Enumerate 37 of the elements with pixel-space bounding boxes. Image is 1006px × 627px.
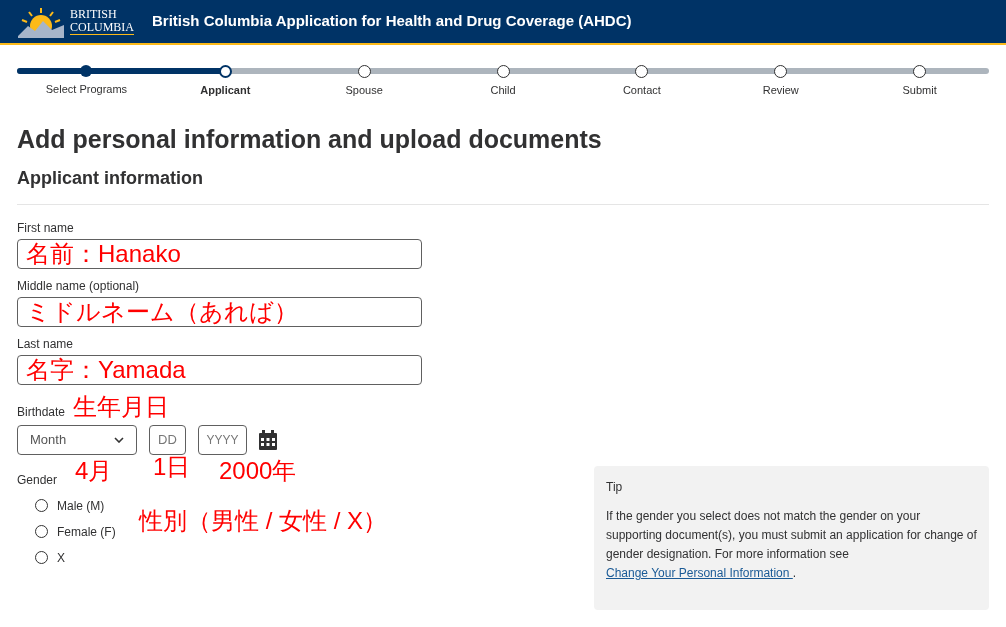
field-label: Last name (17, 335, 75, 353)
tip-text: If the gender you select does not match the gender on your supporting document(s), you must submit an application for change of gender designation. For more information see Change Your Personal Information . (606, 508, 977, 582)
annotation-text: 2000年 (219, 456, 297, 485)
step-label[interactable]: Select Programs (45, 81, 128, 98)
year-field[interactable]: YYYY (198, 424, 247, 455)
step-label[interactable]: Child (490, 82, 516, 99)
section-title: Applicant information (17, 166, 204, 190)
field-label: First name (17, 219, 75, 237)
annotation-text: 4月 (75, 456, 114, 485)
step-label[interactable]: Submit (902, 82, 937, 99)
chevron-down-icon (114, 436, 124, 443)
day-field[interactable]: DD (149, 424, 186, 455)
field-label: Middle name (optional) (17, 277, 141, 295)
info-link[interactable]: Change Your Personal Information (606, 566, 793, 580)
calendar-icon[interactable] (259, 429, 277, 450)
text-field[interactable]: ミドルネーム（あれば） (17, 296, 422, 327)
step-label[interactable]: Review (762, 82, 799, 99)
app-title: British Columbia Application for Health and Drug Coverage (AHDC) (152, 11, 632, 32)
step-label[interactable]: Applicant (200, 82, 251, 99)
step-label[interactable]: Spouse (345, 82, 383, 99)
birthdate-label: Birthdate (17, 403, 66, 421)
radio-label: X (57, 549, 65, 567)
tip-title: Tip (606, 479, 624, 496)
radio-label: Male (M) (57, 497, 105, 515)
text-field[interactable]: 名字：Yamada (17, 354, 422, 385)
annotation-text: 性別（男性 / 女性 / X） (139, 506, 387, 536)
annotation-text: 1日 (153, 452, 192, 481)
sun-mountains-logo-icon (18, 5, 64, 38)
radio-label: Female (F) (57, 523, 116, 541)
logo-text: BRITISH (70, 8, 118, 21)
step-label[interactable]: Contact (622, 82, 661, 99)
gender-label: Gender (17, 471, 59, 489)
month-select[interactable]: Month (17, 424, 137, 455)
logo-text: COLUMBIA (70, 21, 134, 34)
page-heading: Add personal information and upload documents (17, 124, 603, 155)
annotation-text: 生年月日 (73, 392, 170, 421)
text-field[interactable]: 名前：Hanako (17, 238, 422, 269)
